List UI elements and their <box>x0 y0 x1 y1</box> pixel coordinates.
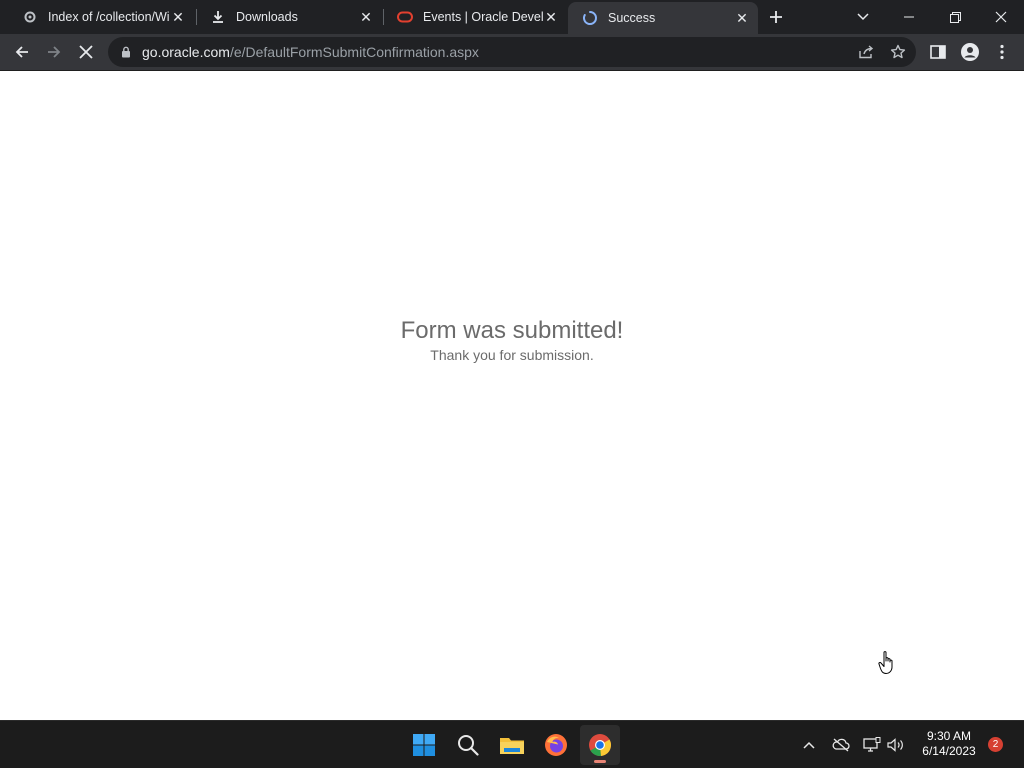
clock[interactable]: 9:30 AM 6/14/2023 <box>914 729 984 759</box>
browser-toolbar: go.oracle.com/e/DefaultFormSubmitConfirm… <box>0 34 1024 71</box>
tab-strip: Index of /collection/Wi ✕ Downloads ✕ Ev… <box>0 0 1024 34</box>
close-tab-icon[interactable]: ✕ <box>170 9 186 25</box>
firefox-button[interactable] <box>536 725 576 765</box>
url-text[interactable]: go.oracle.com/e/DefaultFormSubmitConfirm… <box>142 44 479 60</box>
back-button[interactable] <box>8 38 36 66</box>
avatar-icon <box>961 43 979 61</box>
windows-logo-icon <box>413 734 435 756</box>
volume-icon[interactable] <box>884 733 908 757</box>
hand-cursor-icon <box>878 651 893 674</box>
more-vertical-icon <box>1000 44 1004 60</box>
windows-taskbar: 9:30 AM 6/14/2023 2 <box>0 720 1024 768</box>
chrome-icon <box>589 734 612 757</box>
gear-favicon-icon <box>22 9 38 25</box>
arrow-right-icon <box>48 46 61 58</box>
confirmation-message: Form was submitted! Thank you for submis… <box>0 317 1024 363</box>
oracle-icon <box>397 9 413 25</box>
tab-index-collection[interactable]: Index of /collection/Wi ✕ <box>8 0 194 34</box>
search-icon <box>458 735 479 756</box>
side-panel-icon <box>930 45 946 59</box>
chevron-down-icon <box>857 13 869 21</box>
close-window-button[interactable] <box>978 0 1024 34</box>
new-tab-button[interactable] <box>764 5 788 29</box>
start-button[interactable] <box>404 725 444 765</box>
lock-icon[interactable] <box>118 46 134 58</box>
loading-spinner-icon <box>582 10 598 26</box>
show-hidden-icons-button[interactable] <box>797 733 821 757</box>
share-icon[interactable] <box>856 42 876 62</box>
url-path: /e/DefaultFormSubmitConfirmation.aspx <box>229 44 479 60</box>
notification-badge[interactable]: 2 <box>988 737 1003 752</box>
stop-loading-button[interactable] <box>72 38 100 66</box>
restore-icon <box>949 11 961 23</box>
bookmark-star-icon[interactable] <box>888 42 908 62</box>
tab-title: Index of /collection/Wi <box>48 10 170 24</box>
url-host: go.oracle.com <box>142 44 230 60</box>
clock-date: 6/14/2023 <box>922 744 976 758</box>
chrome-menu-button[interactable] <box>988 38 1016 66</box>
minimize-button[interactable] <box>886 0 932 34</box>
side-panel-button[interactable] <box>924 38 952 66</box>
arrow-left-icon <box>15 46 28 58</box>
chevron-up-icon <box>803 741 815 749</box>
tab-title: Downloads <box>236 10 298 24</box>
restore-button[interactable] <box>932 0 978 34</box>
tab-title: Success <box>608 11 656 25</box>
close-icon <box>995 11 1007 23</box>
tab-events-oracle[interactable]: Events | Oracle Develop ✕ <box>383 0 567 34</box>
folder-icon <box>500 738 524 754</box>
close-icon <box>79 45 93 59</box>
tab-downloads[interactable]: Downloads ✕ <box>196 0 382 34</box>
download-icon <box>210 9 226 25</box>
address-bar[interactable]: go.oracle.com/e/DefaultFormSubmitConfirm… <box>108 37 916 67</box>
chrome-button[interactable] <box>580 725 620 765</box>
onedrive-icon[interactable] <box>829 733 853 757</box>
tab-search-button[interactable] <box>840 0 886 34</box>
plus-icon <box>770 11 782 23</box>
tab-success[interactable]: Success ✕ <box>568 2 758 34</box>
file-explorer-button[interactable] <box>492 725 532 765</box>
profile-button[interactable] <box>956 38 984 66</box>
close-tab-icon[interactable]: ✕ <box>734 10 750 26</box>
minimize-icon <box>904 16 914 18</box>
close-tab-icon[interactable]: ✕ <box>543 9 559 25</box>
network-icon[interactable] <box>860 733 884 757</box>
close-tab-icon[interactable]: ✕ <box>358 9 374 25</box>
clock-time: 9:30 AM <box>926 729 972 743</box>
confirmation-heading: Form was submitted! <box>400 317 624 344</box>
forward-button[interactable] <box>40 38 68 66</box>
tab-title: Events | Oracle Develop <box>423 10 543 24</box>
firefox-icon <box>545 734 567 756</box>
page-viewport: Form was submitted! Thank you for submis… <box>0 71 1024 720</box>
taskbar-search-button[interactable] <box>448 725 488 765</box>
confirmation-subtext: Thank you for submission. <box>430 347 594 363</box>
active-app-indicator <box>594 760 606 763</box>
